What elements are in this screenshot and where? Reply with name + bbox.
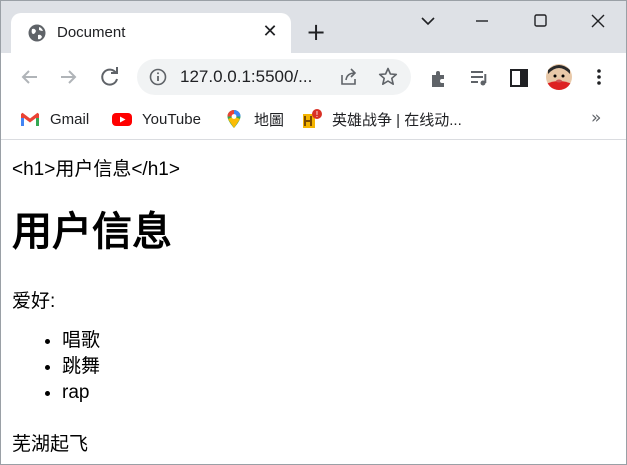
bookmark-game[interactable]: ! 英雄战争 | 在线动... [301, 107, 462, 131]
footer-text: 芜湖起飞 [12, 434, 89, 455]
media-playlist-icon[interactable] [468, 67, 490, 89]
back-arrow-icon[interactable] [15, 63, 43, 91]
browser-window: Document ✕ + 127.0.0.1:5500/... Gmail Yo… [0, 0, 627, 465]
page-content: <h1>用户信息</h1> 用户信息 爱好: 唱歌 跳舞 rap 芜湖起飞 [1, 140, 626, 464]
gmail-icon [21, 112, 39, 126]
hobby-list: 唱歌 跳舞 rap [1, 328, 100, 406]
list-item: 跳舞 [62, 354, 100, 380]
extensions-puzzle-icon[interactable] [428, 67, 450, 89]
bookmark-label: 英雄战争 | 在线动... [332, 111, 462, 129]
profile-avatar-image [546, 64, 572, 90]
maximize-icon[interactable] [516, 7, 566, 35]
bookmark-star-icon[interactable] [377, 66, 399, 88]
bookmarks-bar: Gmail YouTube 地圖 ! 英雄战争 | 在线动... » [1, 101, 626, 140]
tab-title: Document [57, 24, 126, 41]
youtube-icon [112, 113, 132, 126]
tab-document[interactable]: Document ✕ [11, 13, 291, 53]
bookmark-label: YouTube [142, 110, 201, 128]
list-item: 唱歌 [62, 328, 100, 354]
bookmark-label: Gmail [50, 110, 90, 128]
tab-strip: Document ✕ + [1, 1, 626, 53]
close-window-icon[interactable] [573, 7, 623, 35]
svg-text:!: ! [315, 110, 318, 119]
url-text[interactable]: 127.0.0.1:5500/... [180, 67, 312, 87]
toolbar: 127.0.0.1:5500/... [1, 53, 626, 101]
more-bookmarks-chevron-icon[interactable]: » [591, 108, 601, 128]
reload-icon[interactable] [96, 63, 124, 91]
minimize-icon[interactable] [457, 7, 507, 35]
bookmark-gmail[interactable]: Gmail [19, 107, 89, 131]
globe-icon [28, 24, 46, 42]
profile-avatar[interactable] [546, 64, 572, 90]
address-bar[interactable]: 127.0.0.1:5500/... [137, 59, 411, 95]
bookmark-maps[interactable]: 地圖 [223, 107, 284, 131]
share-icon[interactable] [339, 67, 359, 87]
site-info-icon[interactable] [149, 68, 167, 86]
tab-close-icon[interactable]: ✕ [259, 21, 281, 43]
side-panel-icon[interactable] [508, 67, 530, 89]
raw-html-text: <h1>用户信息</h1> [12, 159, 180, 180]
game-icon: ! [303, 109, 322, 128]
list-item: rap [62, 380, 100, 406]
bookmark-label: 地圖 [254, 111, 285, 129]
new-tab-button[interactable]: + [301, 17, 331, 47]
bookmark-youtube[interactable]: YouTube [111, 107, 201, 131]
forward-arrow-icon[interactable] [55, 63, 83, 91]
hobby-label: 爱好: [12, 291, 56, 312]
maps-pin-icon [227, 110, 241, 128]
tab-search-chevron-icon[interactable] [403, 7, 453, 35]
menu-kebab-icon[interactable] [589, 65, 609, 89]
page-heading: 用户信息 [12, 210, 172, 254]
